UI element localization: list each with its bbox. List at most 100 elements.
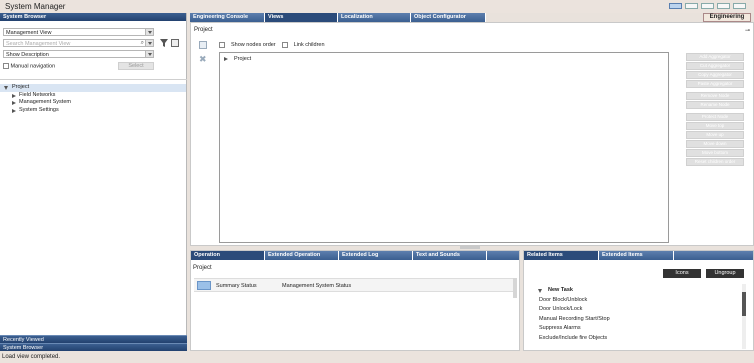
system-browser-header: System Browser [0,13,186,21]
search-icon[interactable]: ⌕ [141,40,144,47]
status-icon [197,281,211,290]
system-browser-pane: System Browser Management View Search Ma… [0,13,187,351]
add-aggregator-button[interactable]: Add Aggregator [686,53,744,61]
operation-title: Project [193,265,212,271]
tab-extended-items[interactable]: Extended Items [599,251,674,260]
tab-operation[interactable]: Operation [191,251,265,260]
move-top-button[interactable]: Move top [686,122,744,130]
delete-icon[interactable]: ✖ [199,55,207,64]
collapse-icon[interactable] [12,108,16,113]
summary-status-value: Management System Status [282,283,352,289]
search-input[interactable]: Search Management View ⌕ [3,39,154,47]
collapse-icon[interactable] [12,93,16,98]
paste-aggregator-button[interactable]: Paste Aggregator [686,80,744,88]
manual-navigation-checkbox[interactable] [3,63,9,69]
list-item[interactable]: Suppress Alarms [536,324,746,334]
scrollbar[interactable] [742,284,746,349]
ungroup-button[interactable]: Ungroup [706,269,744,278]
action-buttons: Add Aggregator Cut Aggregator Copy Aggre… [686,53,744,167]
splitter-handle[interactable] [460,246,480,249]
expand-icon[interactable] [224,57,228,61]
search-placeholder: Search Management View [6,41,71,47]
tab-object-configurator[interactable]: Object Configurator [411,13,486,22]
save-icon[interactable] [199,41,207,49]
pin-icon[interactable]: ⊸ [745,27,750,34]
show-nodes-order-checkbox[interactable] [219,42,225,48]
list-item[interactable]: Door Block/Unblock [536,296,746,306]
left-bottom-bars: Recently Viewed System Browser [0,335,187,351]
layout-1-icon[interactable] [669,3,682,9]
rename-node-button[interactable]: Rename Node [686,101,744,109]
list-item[interactable]: Exclude/Include fire Objects [536,334,746,344]
tab-engineering-console[interactable]: Engineering Console [190,13,265,22]
tab-extended-operation[interactable]: Extended Operation [265,251,339,260]
collapse-icon[interactable] [538,289,542,293]
filter-icon[interactable] [160,39,168,47]
show-nodes-order-label: Show nodes order [231,42,276,48]
expand-icon[interactable] [4,86,8,90]
chevron-down-icon[interactable] [145,51,153,57]
tree-item-field-networks[interactable]: Field Networks [0,92,186,100]
description-select[interactable]: Show Description [3,50,154,58]
view-select-value: Management View [6,30,52,36]
system-browser-bar[interactable]: System Browser [0,343,187,351]
tree-item-project[interactable]: Project [0,84,186,92]
move-down-button[interactable]: Move down [686,140,744,148]
description-select-value: Show Description [6,52,49,58]
tab-extended-log[interactable]: Extended Log [339,251,413,260]
scrollbar[interactable] [513,278,517,298]
related-items-tabs: Related Items Extended Items [524,251,753,260]
layout-switcher [669,3,746,9]
view-select[interactable]: Management View [3,28,154,36]
side-toolbar: ✖ [199,41,207,64]
link-children-label: Link children [293,42,325,48]
link-children-checkbox[interactable] [281,42,288,48]
reset-children-order-button[interactable]: Reset children order [686,158,744,166]
tab-localization[interactable]: Localization [338,13,411,22]
move-up-button[interactable]: Move up [686,131,744,139]
manual-navigation-label: Manual navigation [10,63,56,70]
tree-item-system-settings[interactable]: System Settings [0,107,186,115]
protect-node-button[interactable]: Protect Node [686,113,744,121]
save-icon[interactable] [171,39,179,47]
chevron-down-icon[interactable] [145,40,153,46]
main-tabs: Engineering Console Views Localization O… [190,13,486,22]
title-bar: System Manager [0,0,754,13]
layout-3-icon[interactable] [701,3,714,9]
system-tree: Project Field Networks Management System… [0,84,186,114]
tab-views[interactable]: Views [265,13,338,22]
view-tree-root[interactable]: Project [224,56,251,62]
summary-status-row[interactable]: Summary Status Management System Status [194,278,514,292]
cut-aggregator-button[interactable]: Cut Aggregator [686,62,744,70]
tab-related-items[interactable]: Related Items [524,251,599,260]
related-items-list: New Task Door Block/Unblock Door Unlock/… [536,286,746,343]
layout-4-icon[interactable] [717,3,730,9]
related-items-panel: Related Items Extended Items Icons Ungro… [523,250,754,351]
manual-navigation: Manual navigation [3,63,55,69]
select-button[interactable]: Select [118,62,154,70]
divider [0,79,187,80]
scrollbar-thumb[interactable] [742,292,746,316]
engineering-button[interactable]: Engineering [703,13,751,22]
tree-item-management-system[interactable]: Management System [0,99,186,107]
list-item[interactable]: Manual Recording Start/Stop [536,315,746,325]
list-item[interactable]: Door Unlock/Lock [536,305,746,315]
views-title: Project [194,27,213,33]
view-options: Show nodes order Link children [219,42,325,48]
recently-viewed-bar[interactable]: Recently Viewed [0,335,187,343]
copy-aggregator-button[interactable]: Copy Aggregator [686,71,744,79]
move-bottom-button[interactable]: Move bottom [686,149,744,157]
operation-tabs: Operation Extended Operation Extended Lo… [191,251,519,260]
summary-status-label: Summary Status [216,283,257,289]
layout-2-icon[interactable] [685,3,698,9]
views-panel: Project ⊸ ✖ Show nodes order Link childr… [190,22,754,246]
layout-5-icon[interactable] [733,3,746,9]
status-text: Load view completed. [2,354,61,360]
icons-button[interactable]: Icons [663,269,701,278]
group-header[interactable]: New Task [536,286,746,296]
chevron-down-icon[interactable] [145,29,153,35]
tab-text-and-sounds[interactable]: Text and Sounds [413,251,487,260]
operation-panel: Operation Extended Operation Extended Lo… [190,250,520,351]
remove-node-button[interactable]: Remove Node [686,92,744,100]
collapse-icon[interactable] [12,101,16,105]
